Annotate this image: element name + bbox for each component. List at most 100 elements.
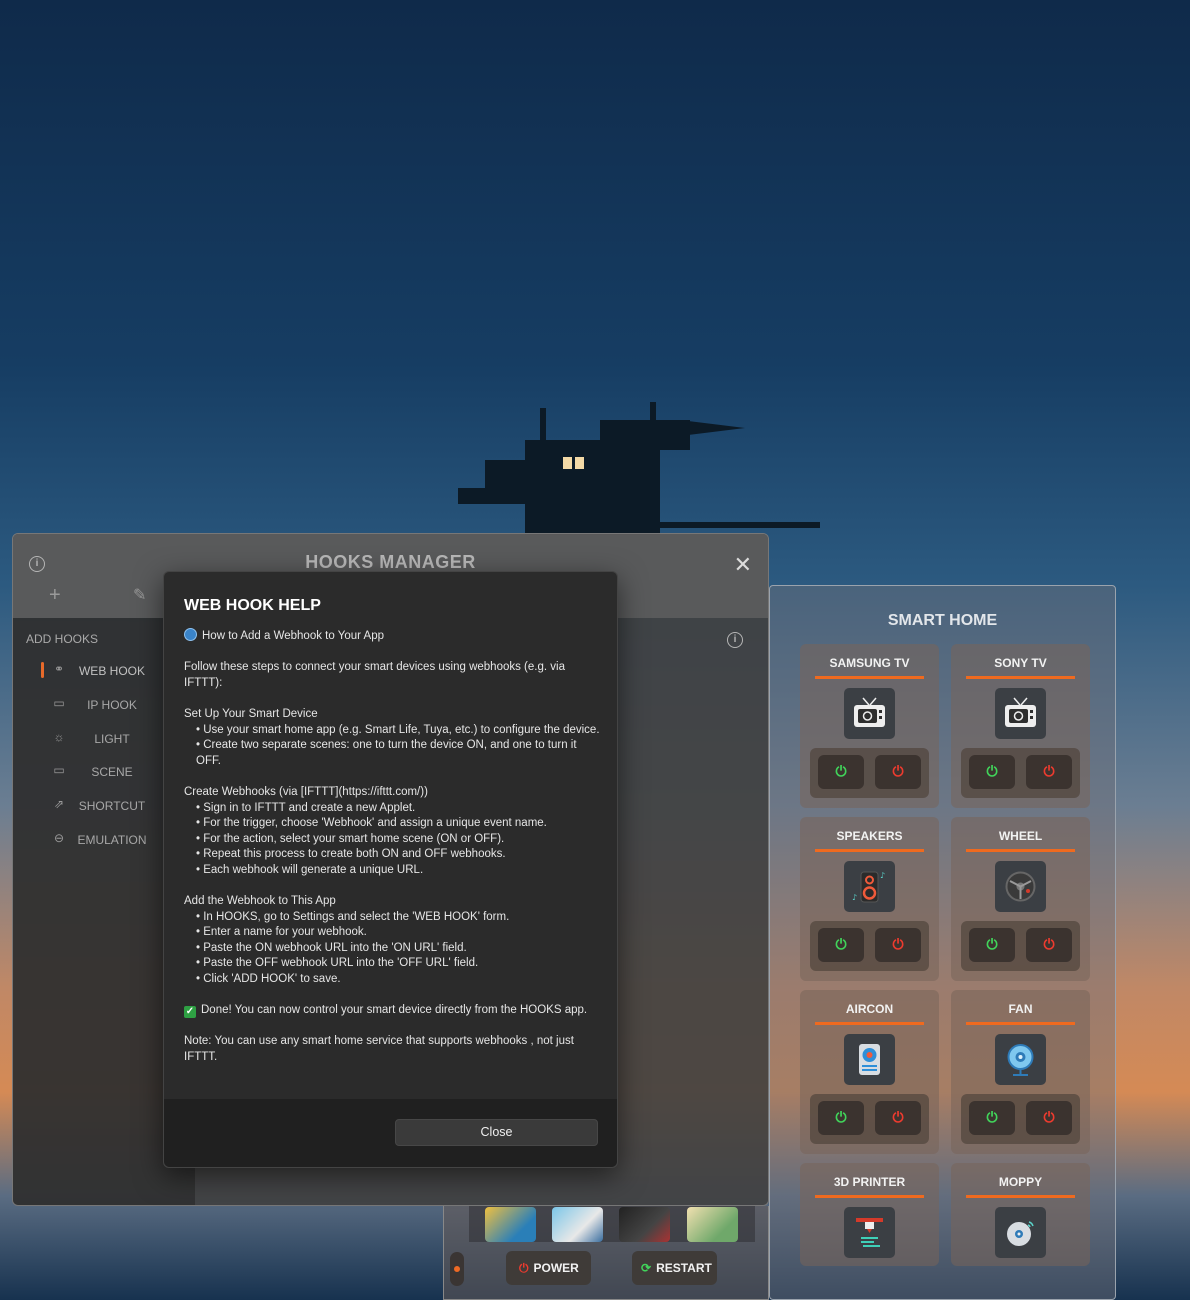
device-card-wheel: WHEEL ⏻ ⏻	[951, 817, 1090, 981]
intro-text: Follow these steps to connect your smart…	[184, 661, 565, 689]
launcher-side-toggle[interactable]	[450, 1252, 464, 1286]
device-name: AIRCON	[845, 1002, 894, 1016]
power-controls: ⏻ ⏻	[961, 1094, 1080, 1144]
intro-heading-line: How to Add a Webhook to Your App	[184, 628, 604, 645]
device-name: MOPPY	[998, 1175, 1043, 1189]
power-on-button[interactable]: ⏻	[818, 755, 864, 789]
device-card-speakers: SPEAKERS ♪ ♪ ⏻ ⏻	[800, 817, 939, 981]
device-name: SPEAKERS	[836, 829, 903, 843]
list-item: • Enter a name for your webhook.	[196, 926, 367, 939]
list-item: • Each webhook will generate a unique UR…	[196, 863, 424, 876]
done-text: Done! You can now control your smart dev…	[201, 1004, 588, 1017]
add-icon[interactable]: +	[49, 584, 61, 607]
restart-label: RESTART	[656, 1261, 712, 1275]
power-off-button[interactable]: ⏻	[875, 1101, 921, 1135]
power-controls: ⏻ ⏻	[810, 748, 929, 798]
steering-wheel-icon	[995, 861, 1046, 912]
accent-underline	[966, 1022, 1075, 1025]
device-name: SONY TV	[994, 656, 1047, 670]
accent-underline	[966, 676, 1075, 679]
section-add-webhook: Add the Webhook to This App • In HOOKS, …	[184, 894, 604, 988]
edit-pencil-icon[interactable]: ✎	[133, 585, 146, 605]
tv-icon	[995, 688, 1046, 739]
restart-button[interactable]: ⟳ RESTART	[632, 1251, 717, 1285]
list-item: • In HOOKS, go to Settings and select th…	[196, 910, 510, 923]
device-name: WHEEL	[998, 829, 1043, 843]
list-item: • Repeat this process to create both ON …	[196, 848, 506, 861]
power-off-button[interactable]: ⏻	[875, 928, 921, 962]
list-item: • For the trigger, choose 'Webhook' and …	[196, 817, 547, 830]
window-title: HOOKS MANAGER	[305, 552, 476, 572]
power-on-button[interactable]: ⏻	[969, 755, 1015, 789]
fan-icon	[995, 1034, 1046, 1085]
sidebar-heading: ADD HOOKS	[26, 632, 99, 646]
info-icon[interactable]: i	[727, 632, 743, 648]
game-thumbnail[interactable]	[552, 1207, 603, 1242]
power-label: POWER	[533, 1261, 579, 1275]
accent-underline	[815, 1195, 924, 1198]
section-heading: Create Webhooks (via [IFTTT](https://ift…	[184, 785, 428, 798]
globe-icon	[184, 628, 197, 641]
power-controls: ⏻ ⏻	[961, 748, 1080, 798]
3d-printer-icon	[844, 1207, 895, 1258]
device-card-aircon: AIRCON ⏻ ⏻	[800, 990, 939, 1154]
game-thumbnail-row	[469, 1206, 755, 1242]
power-on-button[interactable]: ⏻	[818, 928, 864, 962]
power-controls: ⏻ ⏻	[810, 921, 929, 971]
device-name: SAMSUNG TV	[829, 656, 910, 670]
section-setup: Set Up Your Smart Device • Use your smar…	[184, 707, 604, 769]
section-heading: Add the Webhook to This App	[184, 895, 336, 908]
panel-title: SMART HOME	[887, 612, 998, 629]
power-on-button[interactable]: ⏻	[818, 1101, 864, 1135]
list-item: • Paste the ON webhook URL into the 'ON …	[196, 941, 467, 954]
list-item: • Create two separate scenes: one to tur…	[196, 739, 577, 767]
smart-home-panel: SMART HOME SAMSUNG TV ⏻ ⏻ SONY TV ⏻ ⏻ SP…	[769, 585, 1116, 1300]
power-button[interactable]: ⏻ POWER	[506, 1251, 591, 1285]
device-card-fan: FAN ⏻ ⏻	[951, 990, 1090, 1154]
game-launcher: ⏻ POWER ⟳ RESTART	[443, 1206, 769, 1300]
power-off-button[interactable]: ⏻	[1026, 755, 1072, 789]
checkmark-icon: ✓	[184, 1006, 196, 1019]
device-name: FAN	[1008, 1002, 1033, 1016]
device-name: 3D PRINTER	[833, 1175, 906, 1189]
close-window-button[interactable]: ✕	[734, 552, 752, 578]
power-on-button[interactable]: ⏻	[969, 1101, 1015, 1135]
aircon-icon	[844, 1034, 895, 1085]
device-card-moppy: MOPPY	[951, 1163, 1090, 1266]
power-controls: ⏻ ⏻	[961, 921, 1080, 971]
tv-icon	[844, 688, 895, 739]
done-line: ✓ Done! You can now control your smart de…	[184, 1003, 604, 1019]
game-thumbnail[interactable]	[485, 1207, 536, 1242]
device-card-3d-printer: 3D PRINTER	[800, 1163, 939, 1266]
list-item: • Use your smart home app (e.g. Smart Li…	[196, 723, 600, 736]
svg-text:♪: ♪	[852, 893, 857, 902]
power-off-button[interactable]: ⏻	[1026, 928, 1072, 962]
accent-underline	[815, 1022, 924, 1025]
game-thumbnail[interactable]	[619, 1207, 670, 1242]
close-button[interactable]: Close	[395, 1119, 598, 1146]
floppy-drive-icon	[995, 1207, 1046, 1258]
list-item: • For the action, select your smart home…	[196, 832, 505, 845]
restart-icon: ⟳	[641, 1261, 652, 1275]
accent-underline	[966, 1195, 1075, 1198]
svg-text:♪: ♪	[880, 871, 885, 880]
help-body: How to Add a Webhook to Your App Follow …	[184, 628, 604, 1066]
accent-underline	[815, 676, 924, 679]
note-text: Note: You can use any smart home service…	[184, 1035, 574, 1064]
device-card-samsung-tv: SAMSUNG TV ⏻ ⏻	[800, 644, 939, 808]
power-off-button[interactable]: ⏻	[875, 755, 921, 789]
device-card-sony-tv: SONY TV ⏻ ⏻	[951, 644, 1090, 808]
dialog-title: WEB HOOK HELP	[184, 597, 321, 614]
accent-underline	[815, 849, 924, 852]
section-create-webhooks: Create Webhooks (via [IFTTT](https://ift…	[184, 785, 604, 879]
intro-heading: How to Add a Webhook to Your App	[202, 630, 385, 642]
web-hook-help-dialog: WEB HOOK HELP How to Add a Webhook to Yo…	[163, 571, 618, 1168]
power-off-button[interactable]: ⏻	[1026, 1101, 1072, 1135]
accent-underline	[966, 849, 1075, 852]
power-icon: ⏻	[519, 1261, 529, 1275]
power-on-button[interactable]: ⏻	[969, 928, 1015, 962]
status-dot	[454, 1266, 460, 1272]
list-item: • Click 'ADD HOOK' to save.	[196, 973, 341, 986]
game-thumbnail[interactable]	[687, 1207, 738, 1242]
speaker-icon: ♪ ♪	[844, 861, 895, 912]
